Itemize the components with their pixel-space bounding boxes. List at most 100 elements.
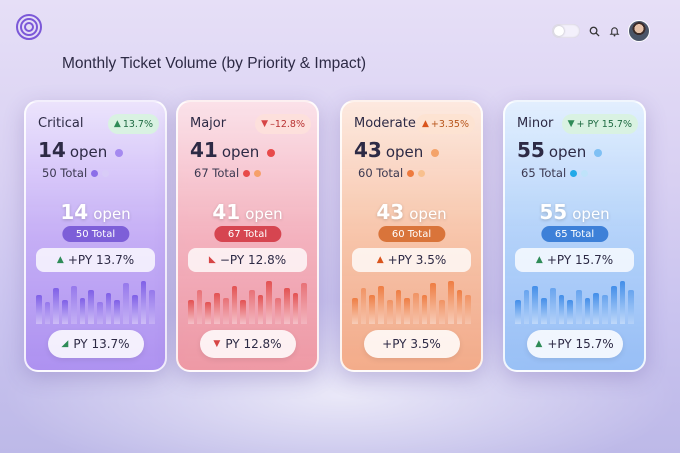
- sparkline-bar: [619, 280, 626, 324]
- card-label: Moderate: [354, 116, 416, 131]
- center-open-count: 43 open: [342, 200, 481, 224]
- sparkline-bar: [88, 290, 95, 324]
- open-number: 41: [190, 138, 218, 162]
- concentric-circles-logo-icon[interactable]: [14, 12, 44, 42]
- arrow-up-icon: ▲: [376, 255, 384, 265]
- py-footer-label: +PY 3.5%: [382, 337, 441, 351]
- card-major[interactable]: Major ▼ –12.8% 41 open 67 Total 41 open …: [176, 100, 319, 372]
- bar-sparkline: [36, 276, 156, 324]
- open-label: open: [385, 143, 424, 161]
- sparkline-bar: [140, 280, 147, 324]
- center-open-number: 55: [539, 200, 568, 224]
- bar-sparkline: [352, 276, 472, 324]
- py-footer-button[interactable]: ◢ PY 13.7%: [47, 330, 144, 358]
- open-label: open: [221, 143, 260, 161]
- open-number: 14: [38, 138, 66, 162]
- status-dot: [570, 169, 578, 177]
- card-minor[interactable]: Minor ▼ + PY 15.7% 55 open 65 Total 55 o…: [503, 100, 646, 372]
- sparkline-bar: [584, 297, 591, 324]
- sparkline-bar: [131, 295, 138, 324]
- sparkline-bar: [421, 295, 428, 324]
- sparkline-bar: [266, 280, 273, 324]
- sparkline-bar: [549, 288, 556, 324]
- priority-cards: Critical ▲ 13.7% 14 open 50 Total 14 ope…: [24, 100, 664, 372]
- sparkline-bar: [44, 302, 51, 324]
- arrow-up-icon: ▲: [421, 119, 429, 129]
- py-footer-button[interactable]: ▼ PY 12.8%: [199, 330, 296, 358]
- py-footer-button[interactable]: +PY 3.5%: [363, 330, 460, 358]
- bell-icon[interactable]: [608, 25, 620, 37]
- arrow-down-icon: ▼: [261, 119, 269, 129]
- center-open-label: open: [93, 205, 131, 223]
- card-critical[interactable]: Critical ▲ 13.7% 14 open 50 Total 14 ope…: [24, 100, 167, 372]
- sparkline-bar: [240, 300, 247, 324]
- sparkline-bar: [70, 285, 77, 324]
- center-open-label: open: [572, 205, 610, 223]
- status-dot: [581, 169, 589, 177]
- py-change-label: −PY 12.8%: [219, 253, 287, 267]
- total-label: 50 Total: [42, 166, 88, 180]
- py-footer-button[interactable]: ▲ +PY 15.7%: [526, 330, 623, 358]
- status-dot: [91, 169, 99, 177]
- sparkline-bar: [593, 292, 600, 324]
- open-count: 14 open: [38, 138, 124, 162]
- sparkline-bar: [395, 290, 402, 324]
- total-count: 65 Total: [521, 166, 589, 180]
- sparkline-bar: [36, 295, 42, 324]
- sparkline-bar: [360, 288, 367, 324]
- sparkline-bar: [567, 300, 574, 324]
- change-badge: ▲ +3.35%: [415, 114, 475, 134]
- py-change-chip[interactable]: ▲ +PY 15.7%: [515, 248, 634, 272]
- center-open-label: open: [409, 205, 447, 223]
- sparkline-bar: [532, 285, 539, 324]
- change-badge: ▼ + PY 15.7%: [561, 114, 638, 134]
- theme-toggle-icon[interactable]: [552, 24, 580, 38]
- total-label: 65 Total: [521, 166, 567, 180]
- open-count: 55 open: [517, 138, 603, 162]
- sparkline-bar: [222, 297, 229, 324]
- sparkline-bar: [352, 297, 358, 324]
- center-open-number: 43: [376, 200, 405, 224]
- open-number: 55: [517, 138, 545, 162]
- card-moderate[interactable]: Moderate ▲ +3.35% 43 open 60 Total 43 op…: [340, 100, 483, 372]
- sparkline-bar: [114, 300, 121, 324]
- sparkline-bar: [369, 295, 376, 324]
- status-dot: [243, 169, 251, 177]
- arrow-down-icon: ▼: [213, 339, 221, 349]
- arrow-up-icon: ▲: [113, 119, 121, 129]
- total-pill: 50 Total: [61, 226, 130, 242]
- status-dot: [431, 149, 440, 157]
- change-value: +3.35%: [430, 118, 469, 130]
- py-change-chip[interactable]: ◣ −PY 12.8%: [188, 248, 307, 272]
- search-icon[interactable]: [588, 25, 600, 37]
- change-value: –12.8%: [270, 118, 305, 130]
- sparkline-bar: [188, 300, 194, 324]
- sparkline-bar: [97, 302, 103, 324]
- center-open-count: 41 open: [178, 200, 317, 224]
- py-change-chip[interactable]: ▲ +PY 13.7%: [36, 248, 155, 272]
- user-avatar[interactable]: [628, 20, 650, 42]
- arrow-down-icon: ▼: [567, 119, 575, 129]
- sparkline-bar: [231, 285, 238, 324]
- arrow-up-icon: ▲: [56, 255, 64, 265]
- sparkline-bar: [610, 285, 617, 324]
- py-change-label: +PY 3.5%: [387, 253, 447, 267]
- total-pill: 67 Total: [213, 226, 282, 242]
- bar-sparkline: [188, 276, 308, 324]
- card-label: Minor: [517, 116, 554, 131]
- trend-up-icon: ◢: [61, 339, 69, 349]
- sparkline-bar: [301, 283, 308, 324]
- change-badge: ▲ 13.7%: [107, 114, 159, 134]
- card-label: Critical: [38, 116, 84, 131]
- total-label: 67 Total: [194, 166, 240, 180]
- total-count: 67 Total: [194, 166, 262, 180]
- sparkline-bar: [447, 280, 454, 324]
- sparkline-bar: [386, 300, 393, 324]
- py-footer-label: +PY 15.7%: [547, 337, 614, 351]
- change-badge: ▼ –12.8%: [255, 114, 311, 134]
- header-actions: [552, 20, 650, 42]
- sparkline-bar: [205, 302, 212, 324]
- arrow-up-icon: ▲: [535, 255, 543, 265]
- status-dot: [102, 169, 110, 177]
- py-change-chip[interactable]: ▲ +PY 3.5%: [352, 248, 471, 272]
